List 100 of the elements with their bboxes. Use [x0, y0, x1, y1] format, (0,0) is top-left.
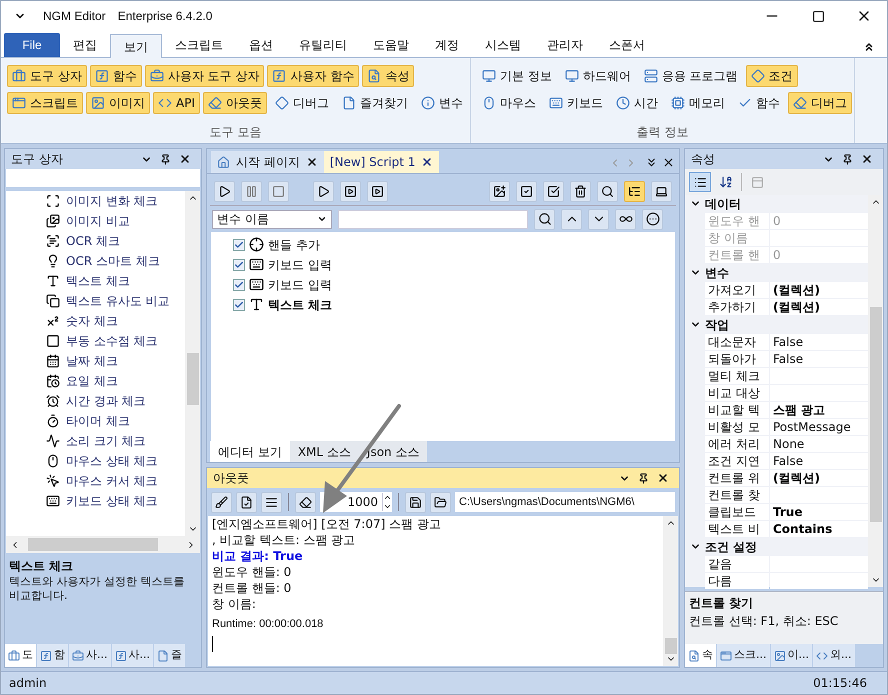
editor-tab[interactable]: 에디터 보기 — [210, 441, 290, 462]
script-step[interactable]: 핸들 추가 — [233, 236, 675, 253]
property-name[interactable]: 클립보드 — [705, 504, 769, 520]
property-value[interactable]: 스팸 광고 — [770, 402, 868, 418]
scrollbar-thumb[interactable] — [664, 638, 676, 654]
path-field[interactable]: C:\Users\ngmas\Documents\NGM6\ — [455, 492, 675, 512]
category-label[interactable]: 변수 — [705, 264, 729, 282]
property-value[interactable]: (컬렉션) — [770, 299, 868, 315]
toolbar-button[interactable] — [211, 492, 232, 512]
checkbox[interactable] — [233, 258, 245, 270]
ribbon-button[interactable]: API — [153, 92, 200, 114]
panel-tab[interactable]: 함 — [37, 644, 68, 667]
toolbox-item[interactable]: 타이머 체크 — [6, 411, 185, 431]
toolbox-item[interactable]: 이미지 비교 — [6, 211, 185, 231]
ribbon-button[interactable]: 함수 — [733, 92, 785, 114]
toolbox-item[interactable]: 부동 소수점 체크 — [6, 331, 185, 351]
toolbar-button[interactable] — [624, 181, 645, 202]
vertical-scrollbar[interactable] — [868, 195, 883, 587]
property-value[interactable]: False — [770, 334, 868, 350]
toolbox-item[interactable]: 이미지 변화 체크 — [6, 191, 185, 211]
close-icon[interactable] — [421, 156, 434, 168]
ribbon-button[interactable]: 스크립트 — [7, 92, 83, 114]
property-name[interactable]: 조건 지연 — [705, 453, 769, 469]
property-name[interactable]: 에러 처리 — [705, 436, 769, 452]
property-name[interactable]: 컨트롤 위 — [705, 470, 769, 486]
ribbon-button[interactable]: 응용 프로그램 — [638, 65, 743, 87]
toolbar-button[interactable] — [543, 181, 564, 202]
toolbar-button[interactable] — [597, 181, 618, 202]
ribbon-tab[interactable]: 유틸리티 — [286, 33, 360, 57]
vertical-scrollbar[interactable] — [185, 191, 200, 536]
ribbon-button[interactable]: 속성 — [362, 65, 414, 87]
toolbox-item[interactable]: 날짜 체크 — [6, 351, 185, 371]
toolbar-button[interactable] — [489, 181, 510, 202]
ribbon-tab[interactable]: 계정 — [422, 33, 472, 57]
toolbar-button[interactable] — [214, 181, 235, 202]
property-name[interactable]: 멀티 체크 — [705, 368, 769, 384]
toolbox-item[interactable]: 시간 경과 체크 — [6, 391, 185, 411]
property-name[interactable]: 되돌아가 — [705, 351, 769, 367]
property-name[interactable]: 비활성 모 — [705, 419, 769, 435]
toolbar-button[interactable] — [313, 181, 334, 202]
ribbon-button[interactable]: 조건 — [746, 65, 798, 87]
ribbon-button[interactable]: 함수 — [90, 65, 142, 87]
toolbar-button[interactable] — [516, 181, 537, 202]
document-tab[interactable]: 시작 페이지 — [211, 151, 324, 173]
ribbon-button[interactable]: 키보드 — [544, 92, 608, 114]
document-tab[interactable]: [New] Script 1 — [324, 151, 440, 173]
ribbon-button[interactable]: 사용자 도구 상자 — [144, 65, 264, 87]
category-label[interactable]: 조건 설정 — [705, 538, 758, 556]
toolbox-item[interactable]: 텍스트 체크 — [6, 271, 185, 291]
property-name[interactable]: 가져오기 — [705, 282, 769, 298]
property-name[interactable]: 같음 — [705, 556, 769, 572]
toolbox-item[interactable]: 마우스 커서 체크 — [6, 471, 185, 491]
category-label[interactable]: 작업 — [705, 316, 729, 334]
spin-down-icon[interactable] — [383, 502, 392, 511]
script-step[interactable]: 키보드 입력 — [233, 276, 675, 293]
panel-tab[interactable]: 사... — [69, 644, 110, 667]
panel-tab[interactable]: 스크... — [717, 644, 770, 667]
ribbon-tab[interactable]: 스크립트 — [162, 33, 236, 57]
ribbon-button[interactable]: 변수 — [416, 92, 468, 114]
toolbar-button[interactable] — [340, 181, 361, 202]
spin-up-icon[interactable] — [383, 493, 392, 502]
toolbar-button[interactable] — [570, 181, 591, 202]
toolbox-item[interactable]: 소리 크기 체크 — [6, 431, 185, 451]
toolbox-item[interactable]: 요일 체크 — [6, 371, 185, 391]
search-field[interactable] — [338, 210, 528, 228]
toolbox-item[interactable]: OCR 스마트 체크 — [6, 251, 185, 271]
property-name[interactable]: 대소문자 — [705, 334, 769, 350]
ribbon-button[interactable]: 아웃풋 — [202, 92, 267, 114]
panel-tab[interactable]: 도 — [5, 644, 36, 667]
panel-tab[interactable]: 외... — [813, 644, 854, 667]
property-name[interactable]: 추가하기 — [705, 299, 769, 315]
ribbon-button[interactable]: 즐겨찾기 — [336, 92, 413, 114]
ribbon-button[interactable]: 사용자 함수 — [267, 65, 360, 87]
toolbar-button[interactable] — [405, 492, 426, 512]
toolbox-item[interactable]: 키보드 상태 체크 — [6, 491, 185, 511]
toolbar-button[interactable] — [651, 181, 672, 202]
ribbon-button[interactable]: 마우스 — [477, 92, 541, 114]
ribbon-button[interactable]: 시간 — [611, 92, 663, 114]
editor-tab[interactable]: XML 소스 — [290, 441, 359, 462]
ribbon-tab[interactable]: 시스템 — [472, 33, 534, 57]
scrollbar-thumb[interactable] — [186, 353, 198, 405]
ribbon-tab[interactable]: 스폰서 — [596, 33, 658, 57]
ribbon-button[interactable]: 기본 정보 — [477, 65, 557, 87]
ribbon-tab[interactable]: 편집 — [60, 33, 110, 57]
ribbon-tab[interactable]: 보기 — [110, 34, 162, 58]
ribbon-tab[interactable]: 옵션 — [236, 33, 286, 57]
categorized-icon[interactable] — [689, 172, 711, 192]
ribbon-button[interactable]: 메모리 — [666, 92, 730, 114]
ribbon-tab[interactable]: 관리자 — [534, 33, 596, 57]
toolbar-button[interactable] — [615, 208, 636, 230]
property-name[interactable]: 컨트롤 찾 — [705, 487, 769, 503]
tab-list-icon[interactable] — [645, 156, 658, 169]
toolbar-button[interactable] — [236, 492, 257, 512]
category-label[interactable]: 데이터 — [705, 194, 741, 212]
property-name[interactable]: 비교 대상 — [705, 385, 769, 401]
property-value[interactable]: (컬렉션) — [770, 282, 868, 298]
property-value[interactable]: (컬렉션) — [770, 470, 868, 486]
ribbon-button[interactable]: 디버그 — [270, 92, 334, 114]
script-step[interactable]: 텍스트 체크 — [233, 296, 675, 313]
horizontal-scrollbar[interactable] — [6, 536, 200, 553]
